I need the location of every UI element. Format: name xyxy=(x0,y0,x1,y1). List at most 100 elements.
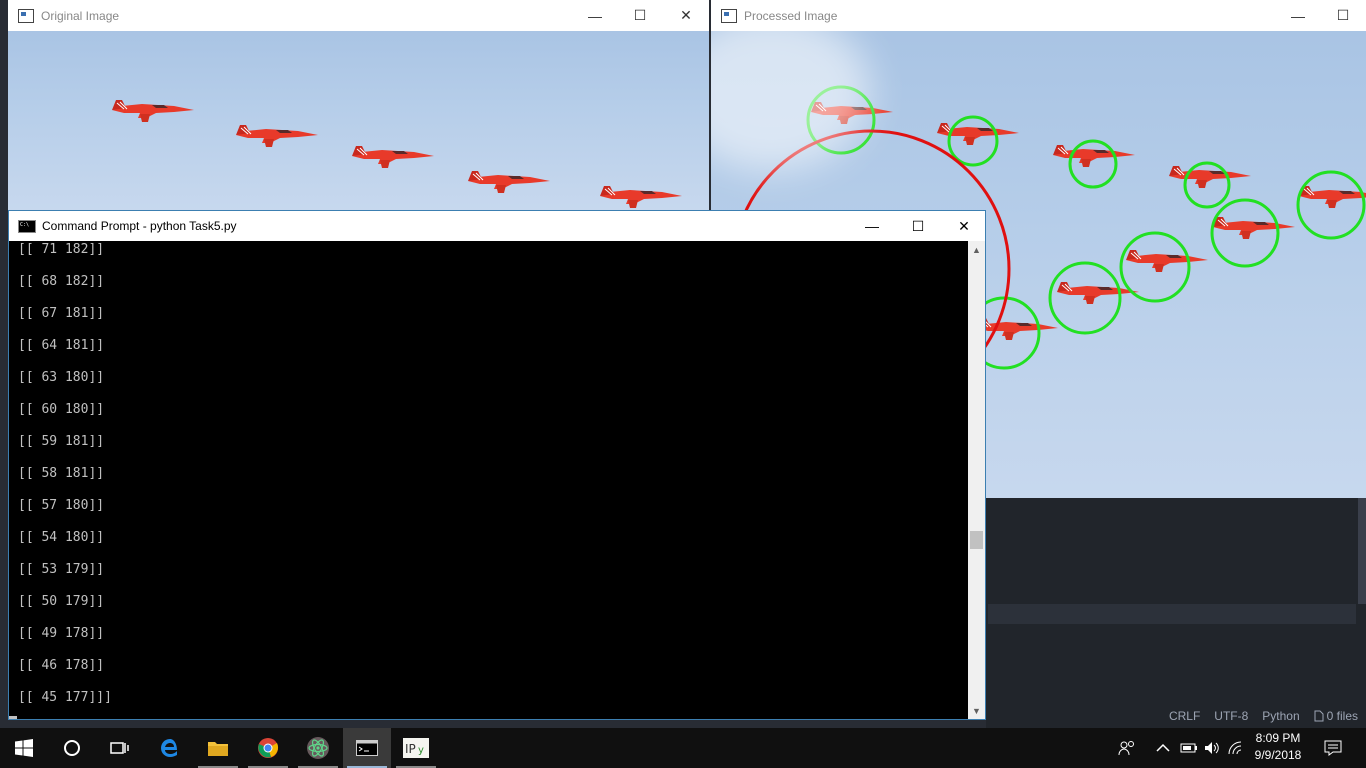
close-button[interactable]: ✕ xyxy=(941,211,987,241)
editor-current-line xyxy=(988,604,1356,624)
image-window-icon xyxy=(721,8,737,23)
minimize-button[interactable]: — xyxy=(1275,0,1321,31)
window-title: Original Image xyxy=(41,8,120,23)
jet xyxy=(1212,216,1296,240)
console-line: [[ 58 181]] xyxy=(18,466,105,481)
jet xyxy=(1125,249,1209,273)
processed-image-titlebar[interactable]: Processed Image — ☐ xyxy=(711,0,1366,31)
edge-button[interactable] xyxy=(146,728,194,768)
ipython-button[interactable]: IP y xyxy=(392,728,440,768)
svg-text:IP: IP xyxy=(405,742,416,756)
battery-button[interactable] xyxy=(1180,728,1198,768)
people-button[interactable] xyxy=(1118,728,1136,768)
clock-time: 8:09 PM xyxy=(1255,731,1301,745)
original-image-titlebar[interactable]: Original Image — ☐ ✕ xyxy=(8,0,709,31)
console-line: [[ 50 179]] xyxy=(18,594,105,609)
console-output[interactable]: [[ 71 182]] [[ 68 182]] [[ 67 181]] [[ 64 1… xyxy=(9,241,978,719)
scrollbar-thumb[interactable] xyxy=(970,531,983,549)
scroll-up-arrow-icon[interactable]: ▲ xyxy=(968,241,985,258)
search-button[interactable] xyxy=(48,728,96,768)
taskbar: IP y 8:09 PM 9/9/2018 xyxy=(0,728,1366,768)
edge-icon xyxy=(161,739,177,757)
maximize-button[interactable]: ☐ xyxy=(1320,0,1366,31)
command-prompt-taskbar-button[interactable] xyxy=(343,728,391,768)
jet xyxy=(467,170,551,194)
file-explorer-icon xyxy=(208,742,228,756)
start-button[interactable] xyxy=(0,728,48,768)
console-line: [[ 59 181]] xyxy=(18,434,105,449)
jet xyxy=(351,145,435,169)
command-prompt-titlebar[interactable]: Command Prompt - python Task5.py — ☐ ✕ xyxy=(9,211,985,241)
volume-button[interactable] xyxy=(1204,728,1222,768)
jet xyxy=(1168,165,1252,189)
jet xyxy=(1052,144,1136,168)
maximize-button[interactable]: ☐ xyxy=(895,211,941,241)
encoding-indicator[interactable]: UTF-8 xyxy=(1214,709,1248,723)
command-prompt-icon xyxy=(356,740,378,756)
language-indicator[interactable]: Python xyxy=(1262,709,1299,723)
console-line: [[ 45 177]]] xyxy=(18,690,112,705)
wifi-icon xyxy=(1228,741,1242,755)
console-line: [[ 53 179]] xyxy=(18,562,105,577)
windows-start-icon xyxy=(15,739,33,757)
task-view-icon xyxy=(110,742,129,754)
console-line: [[ 57 180]] xyxy=(18,498,105,513)
battery-icon xyxy=(1180,743,1197,753)
detection-circle xyxy=(1068,139,1118,189)
jet xyxy=(975,317,1059,341)
jet xyxy=(599,185,683,209)
original-image-window[interactable]: Original Image — ☐ ✕ xyxy=(8,0,709,210)
action-center-button[interactable] xyxy=(1324,728,1342,768)
line-ending-indicator[interactable]: CRLF xyxy=(1169,709,1200,723)
editor-panel xyxy=(986,498,1366,704)
chrome-button[interactable] xyxy=(244,728,292,768)
svg-text:y: y xyxy=(418,745,424,756)
atom-icon xyxy=(307,737,329,759)
minimize-button[interactable]: — xyxy=(849,211,895,241)
file-icon xyxy=(1314,710,1324,722)
editor-scrollbar[interactable] xyxy=(1358,498,1366,604)
console-scrollbar[interactable]: ▲ ▼ xyxy=(968,241,985,719)
volume-icon xyxy=(1205,742,1219,754)
ipython-icon: IP y xyxy=(403,738,429,758)
network-button[interactable] xyxy=(1228,728,1246,768)
jets-formation xyxy=(111,99,683,209)
chrome-icon xyxy=(258,738,279,758)
git-files-indicator[interactable]: 0 files xyxy=(1314,709,1358,723)
console-line: [[ 63 180]] xyxy=(18,370,105,385)
people-icon xyxy=(1118,741,1134,756)
search-icon xyxy=(64,740,80,756)
window-title: Command Prompt - python Task5.py xyxy=(42,219,237,233)
jet xyxy=(1298,185,1366,209)
original-image xyxy=(8,31,709,210)
scroll-down-arrow-icon[interactable]: ▼ xyxy=(968,702,985,719)
detection-circle xyxy=(1183,161,1231,209)
jet xyxy=(235,124,319,148)
console-line: [[ 71 182]] xyxy=(18,242,105,257)
text-cursor xyxy=(9,716,17,719)
atom-button[interactable] xyxy=(294,728,342,768)
clock-date: 9/9/2018 xyxy=(1254,748,1302,762)
console-line: [[ 60 180]] xyxy=(18,402,105,417)
console-line: [[ 54 180]] xyxy=(18,530,105,545)
maximize-button[interactable]: ☐ xyxy=(617,0,663,31)
console-line: [[ 49 178]] xyxy=(18,626,105,641)
chevron-up-icon xyxy=(1156,743,1170,752)
command-prompt-window[interactable]: Command Prompt - python Task5.py — ☐ ✕ [… xyxy=(8,210,986,720)
notifications-icon xyxy=(1324,740,1342,756)
task-view-button[interactable] xyxy=(96,728,144,768)
minimize-button[interactable]: — xyxy=(572,0,618,31)
console-line: [[ 64 181]] xyxy=(18,338,105,353)
console-line: [[ 46 178]] xyxy=(18,658,105,673)
jet xyxy=(111,99,195,123)
close-button[interactable]: ✕ xyxy=(663,0,709,31)
command-prompt-icon xyxy=(18,219,36,233)
show-hidden-icons-button[interactable] xyxy=(1156,728,1170,768)
window-title: Processed Image xyxy=(744,8,838,23)
console-line: [[ 68 182]] xyxy=(18,274,105,289)
file-explorer-button[interactable] xyxy=(194,728,242,768)
editor-status-bar: CRLF UTF-8 Python 0 files xyxy=(986,704,1366,728)
files-count: 0 files xyxy=(1326,709,1358,723)
taskbar-clock[interactable]: 8:09 PM 9/9/2018 xyxy=(1248,730,1308,764)
console-line: [[ 67 181]] xyxy=(18,306,105,321)
